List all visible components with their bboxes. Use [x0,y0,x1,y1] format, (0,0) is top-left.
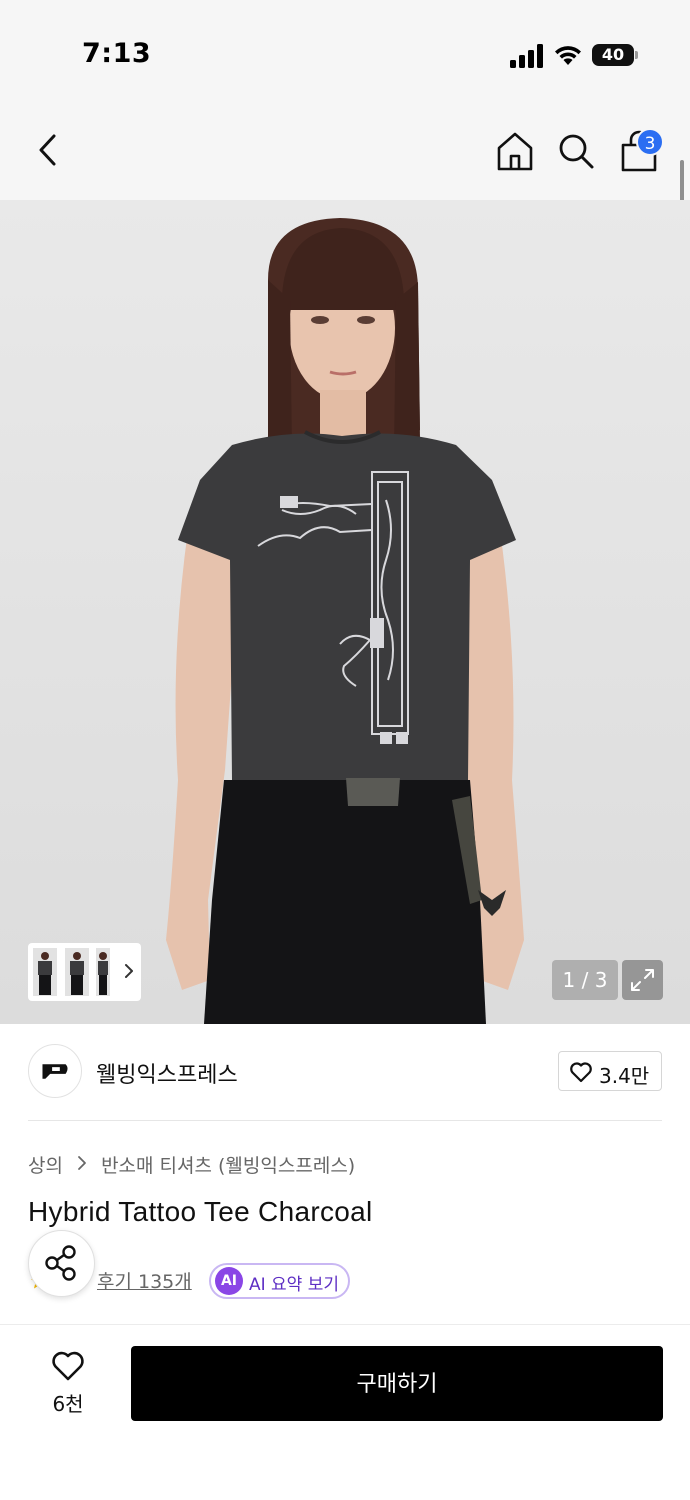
expand-image-button[interactable] [622,960,663,1000]
chevron-right-icon [77,1154,87,1176]
buy-button[interactable]: 구매하기 [131,1346,663,1421]
heart-icon [570,1062,592,1083]
brand-name[interactable]: 웰빙익스프레스 [96,1057,238,1089]
product-image-gallery[interactable]: 1 / 3 [0,200,690,1024]
share-button[interactable] [28,1230,95,1297]
battery-level: 40 [601,45,625,64]
status-time: 7:13 [82,38,152,69]
breadcrumb-subcategory[interactable]: 반소매 티셔츠 (웰빙익스프레스) [101,1151,355,1178]
thumbnail-image[interactable] [33,948,57,996]
brand-like-count: 3.4만 [599,1064,650,1088]
home-button[interactable] [495,130,535,172]
heart-icon [52,1351,84,1381]
product-title: Hybrid Tattoo Tee Charcoal [28,1196,373,1227]
share-icon [45,1245,76,1281]
ai-summary-button[interactable]: AI AI 요약 보기 [209,1263,350,1299]
cellular-signal-icon [510,44,543,68]
back-button[interactable] [32,130,66,170]
bottom-bar-divider [0,1324,690,1325]
brand-row[interactable]: 웰빙익스프레스 3.4만 [0,1024,690,1120]
brand-logo[interactable] [28,1044,82,1098]
image-page-indicator: 1 / 3 [552,960,618,1000]
brand-like-button[interactable]: 3.4만 [558,1051,662,1091]
status-bar: 7:13 40 [0,0,690,100]
wifi-icon [555,46,581,65]
breadcrumb: 상의 반소매 티셔츠 (웰빙익스프레스) [28,1151,355,1178]
battery-icon: 40 [592,44,638,66]
ai-summary-label: AI 요약 보기 [249,1275,340,1295]
thumbnail-image[interactable] [96,948,110,996]
wishlist-count: 6천 [52,1392,84,1416]
divider [28,1120,662,1121]
thumbnail-image[interactable] [65,948,89,996]
top-nav-bar: 3 [0,100,690,200]
cart-count-badge: 3 [636,128,664,156]
breadcrumb-category[interactable]: 상의 [28,1151,63,1178]
search-button[interactable] [556,130,596,172]
review-count-link[interactable]: 후기 135개 [97,1267,192,1294]
ai-badge-icon: AI [215,1267,243,1295]
thumbnail-strip[interactable] [28,943,141,1001]
product-photo [166,218,524,1024]
wishlist-button[interactable]: 6천 [40,1348,96,1418]
chevron-right-icon[interactable] [123,960,135,982]
cart-button[interactable]: 3 [618,128,666,174]
